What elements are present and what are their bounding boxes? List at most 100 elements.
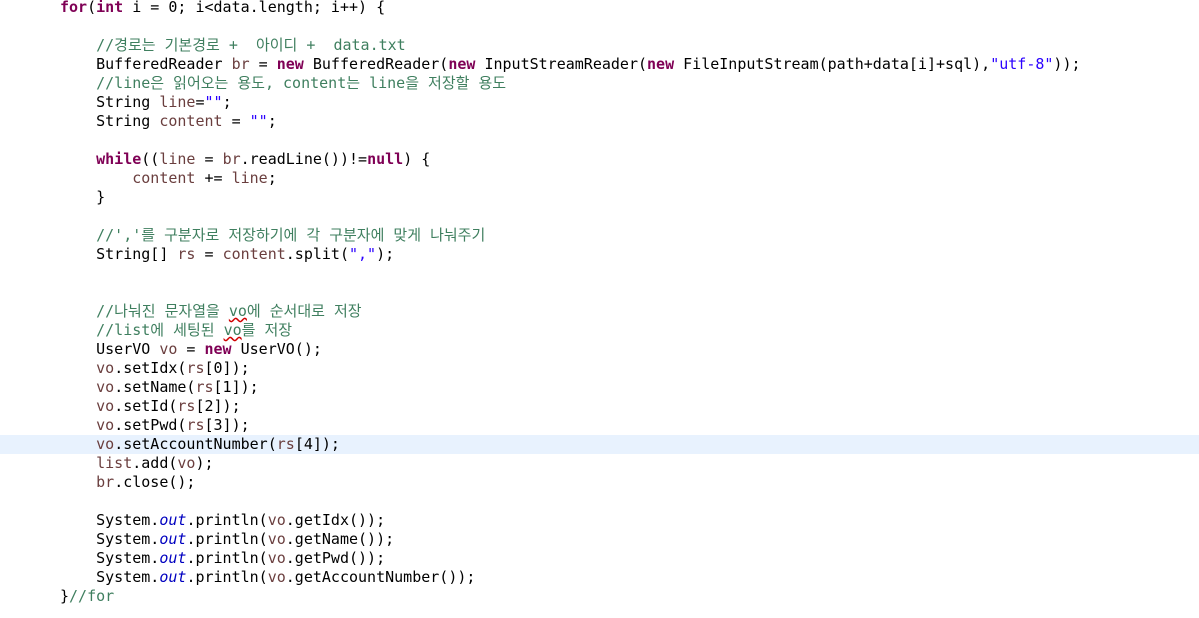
blank-line[interactable] <box>0 17 1199 36</box>
code-token: vo <box>267 511 286 529</box>
code-line[interactable]: System.out.println(vo.getPwd()); <box>0 549 1199 568</box>
code-token: "utf-8" <box>990 55 1054 73</box>
code-token: BufferedReader <box>60 55 232 73</box>
code-token: "" <box>249 112 268 130</box>
code-token: vo <box>159 340 178 358</box>
code-line[interactable]: System.out.println(vo.getIdx()); <box>0 511 1199 530</box>
code-token: .setAccountNumber( <box>114 435 277 453</box>
code-line[interactable]: list.add(vo); <box>0 454 1199 473</box>
code-token: vo <box>177 454 196 472</box>
code-token: vo <box>96 359 115 377</box>
code-token: ) { <box>403 150 431 168</box>
code-token: out <box>159 549 187 567</box>
code-token: rs <box>195 378 214 396</box>
code-token: new <box>204 340 232 358</box>
code-token: list <box>96 454 133 472</box>
code-token: rs <box>177 245 196 263</box>
code-token: System. <box>60 511 160 529</box>
code-line[interactable]: String content = ""; <box>0 112 1199 131</box>
code-token: )); <box>1053 55 1081 73</box>
code-line[interactable]: vo.setPwd(rs[3]); <box>0 416 1199 435</box>
blank-line[interactable] <box>0 264 1199 283</box>
code-token: ); <box>376 245 395 263</box>
code-token: ; <box>267 169 277 187</box>
code-token: int <box>96 0 124 16</box>
code-token: //나눠진 문자열을 <box>60 302 229 320</box>
code-token: String[] <box>60 245 178 263</box>
code-token: .println( <box>186 549 268 567</box>
code-line[interactable]: System.out.println(vo.getName()); <box>0 530 1199 549</box>
code-token: } <box>60 587 70 605</box>
code-token: UserVO(); <box>231 340 322 358</box>
code-line[interactable]: vo.setAccountNumber(rs[4]); <box>0 435 1199 454</box>
code-token: rs <box>276 435 295 453</box>
code-token: rs <box>177 397 196 415</box>
code-token: .getPwd()); <box>285 549 386 567</box>
code-token: ; <box>267 112 277 130</box>
code-token: vo <box>267 530 286 548</box>
code-line[interactable]: br.close(); <box>0 473 1199 492</box>
code-line[interactable]: System.out.println(vo.getAccountNumber()… <box>0 568 1199 587</box>
code-token: String <box>60 112 160 130</box>
code-token: [0]); <box>204 359 250 377</box>
code-token: ); <box>195 454 214 472</box>
code-line[interactable]: //경로는 기본경로 + 아이디 + data.txt <box>0 36 1199 55</box>
code-token: } <box>60 188 106 206</box>
code-token: .close(); <box>114 473 196 491</box>
code-line[interactable]: for(int i = 0; i<data.length; i++) { <box>0 0 1199 17</box>
code-line[interactable]: vo.setName(rs[1]); <box>0 378 1199 397</box>
code-line[interactable]: vo.setId(rs[2]); <box>0 397 1199 416</box>
code-token: ; <box>222 93 232 111</box>
blank-line[interactable] <box>0 131 1199 150</box>
code-line[interactable]: }//for <box>0 587 1199 606</box>
code-token: .add( <box>132 454 178 472</box>
code-token: line <box>159 93 196 111</box>
code-editor[interactable]: for(int i = 0; i<data.length; i++) { //경… <box>0 0 1199 618</box>
code-token: .println( <box>186 511 268 529</box>
blank-line[interactable] <box>0 492 1199 511</box>
code-line[interactable]: //나눠진 문자열을 vo에 순서대로 저장 <box>0 302 1199 321</box>
code-token: line <box>159 150 196 168</box>
code-token: vo <box>96 378 115 396</box>
code-line[interactable]: vo.setIdx(rs[0]); <box>0 359 1199 378</box>
code-token: .split( <box>285 245 349 263</box>
code-token: 를 저장 <box>241 321 293 339</box>
code-token: //list에 세팅된 <box>60 321 224 339</box>
code-token: "," <box>349 245 377 263</box>
code-token: br <box>222 150 241 168</box>
code-line[interactable]: String line=""; <box>0 93 1199 112</box>
code-token: out <box>159 530 187 548</box>
code-token: content <box>222 245 286 263</box>
code-line[interactable]: while((line = br.readLine())!=null) { <box>0 150 1199 169</box>
code-token: .getName()); <box>285 530 395 548</box>
code-token: "" <box>204 93 223 111</box>
code-line[interactable]: //line은 읽어오는 용도, content는 line을 저장할 용도 <box>0 74 1199 93</box>
code-line[interactable]: BufferedReader br = new BufferedReader(n… <box>0 55 1199 74</box>
code-token: .setIdx( <box>114 359 187 377</box>
code-token: content <box>159 112 223 130</box>
code-token: ( <box>87 0 97 16</box>
code-line[interactable]: } <box>0 188 1199 207</box>
code-token: new <box>647 55 675 73</box>
code-token: UserVO <box>60 340 160 358</box>
code-token: [2]); <box>195 397 241 415</box>
code-token: vo <box>96 397 115 415</box>
code-token: i = 0; i<data.length; i++) { <box>123 0 386 16</box>
code-token: (( <box>141 150 160 168</box>
code-line[interactable]: //list에 세팅된 vo를 저장 <box>0 321 1199 340</box>
code-token: 에 순서대로 저장 <box>246 302 362 320</box>
code-token: vo <box>228 302 247 320</box>
code-line[interactable]: UserVO vo = new UserVO(); <box>0 340 1199 359</box>
blank-line[interactable] <box>0 207 1199 226</box>
code-token: null <box>367 150 404 168</box>
code-line[interactable]: content += line; <box>0 169 1199 188</box>
code-token: [1]); <box>213 378 259 396</box>
blank-line[interactable] <box>0 283 1199 302</box>
code-line[interactable]: String[] rs = content.split(","); <box>0 245 1199 264</box>
code-token: vo <box>267 568 286 586</box>
code-line[interactable]: //','를 구분자로 저장하기에 각 구분자에 맞게 나눠주기 <box>0 226 1199 245</box>
